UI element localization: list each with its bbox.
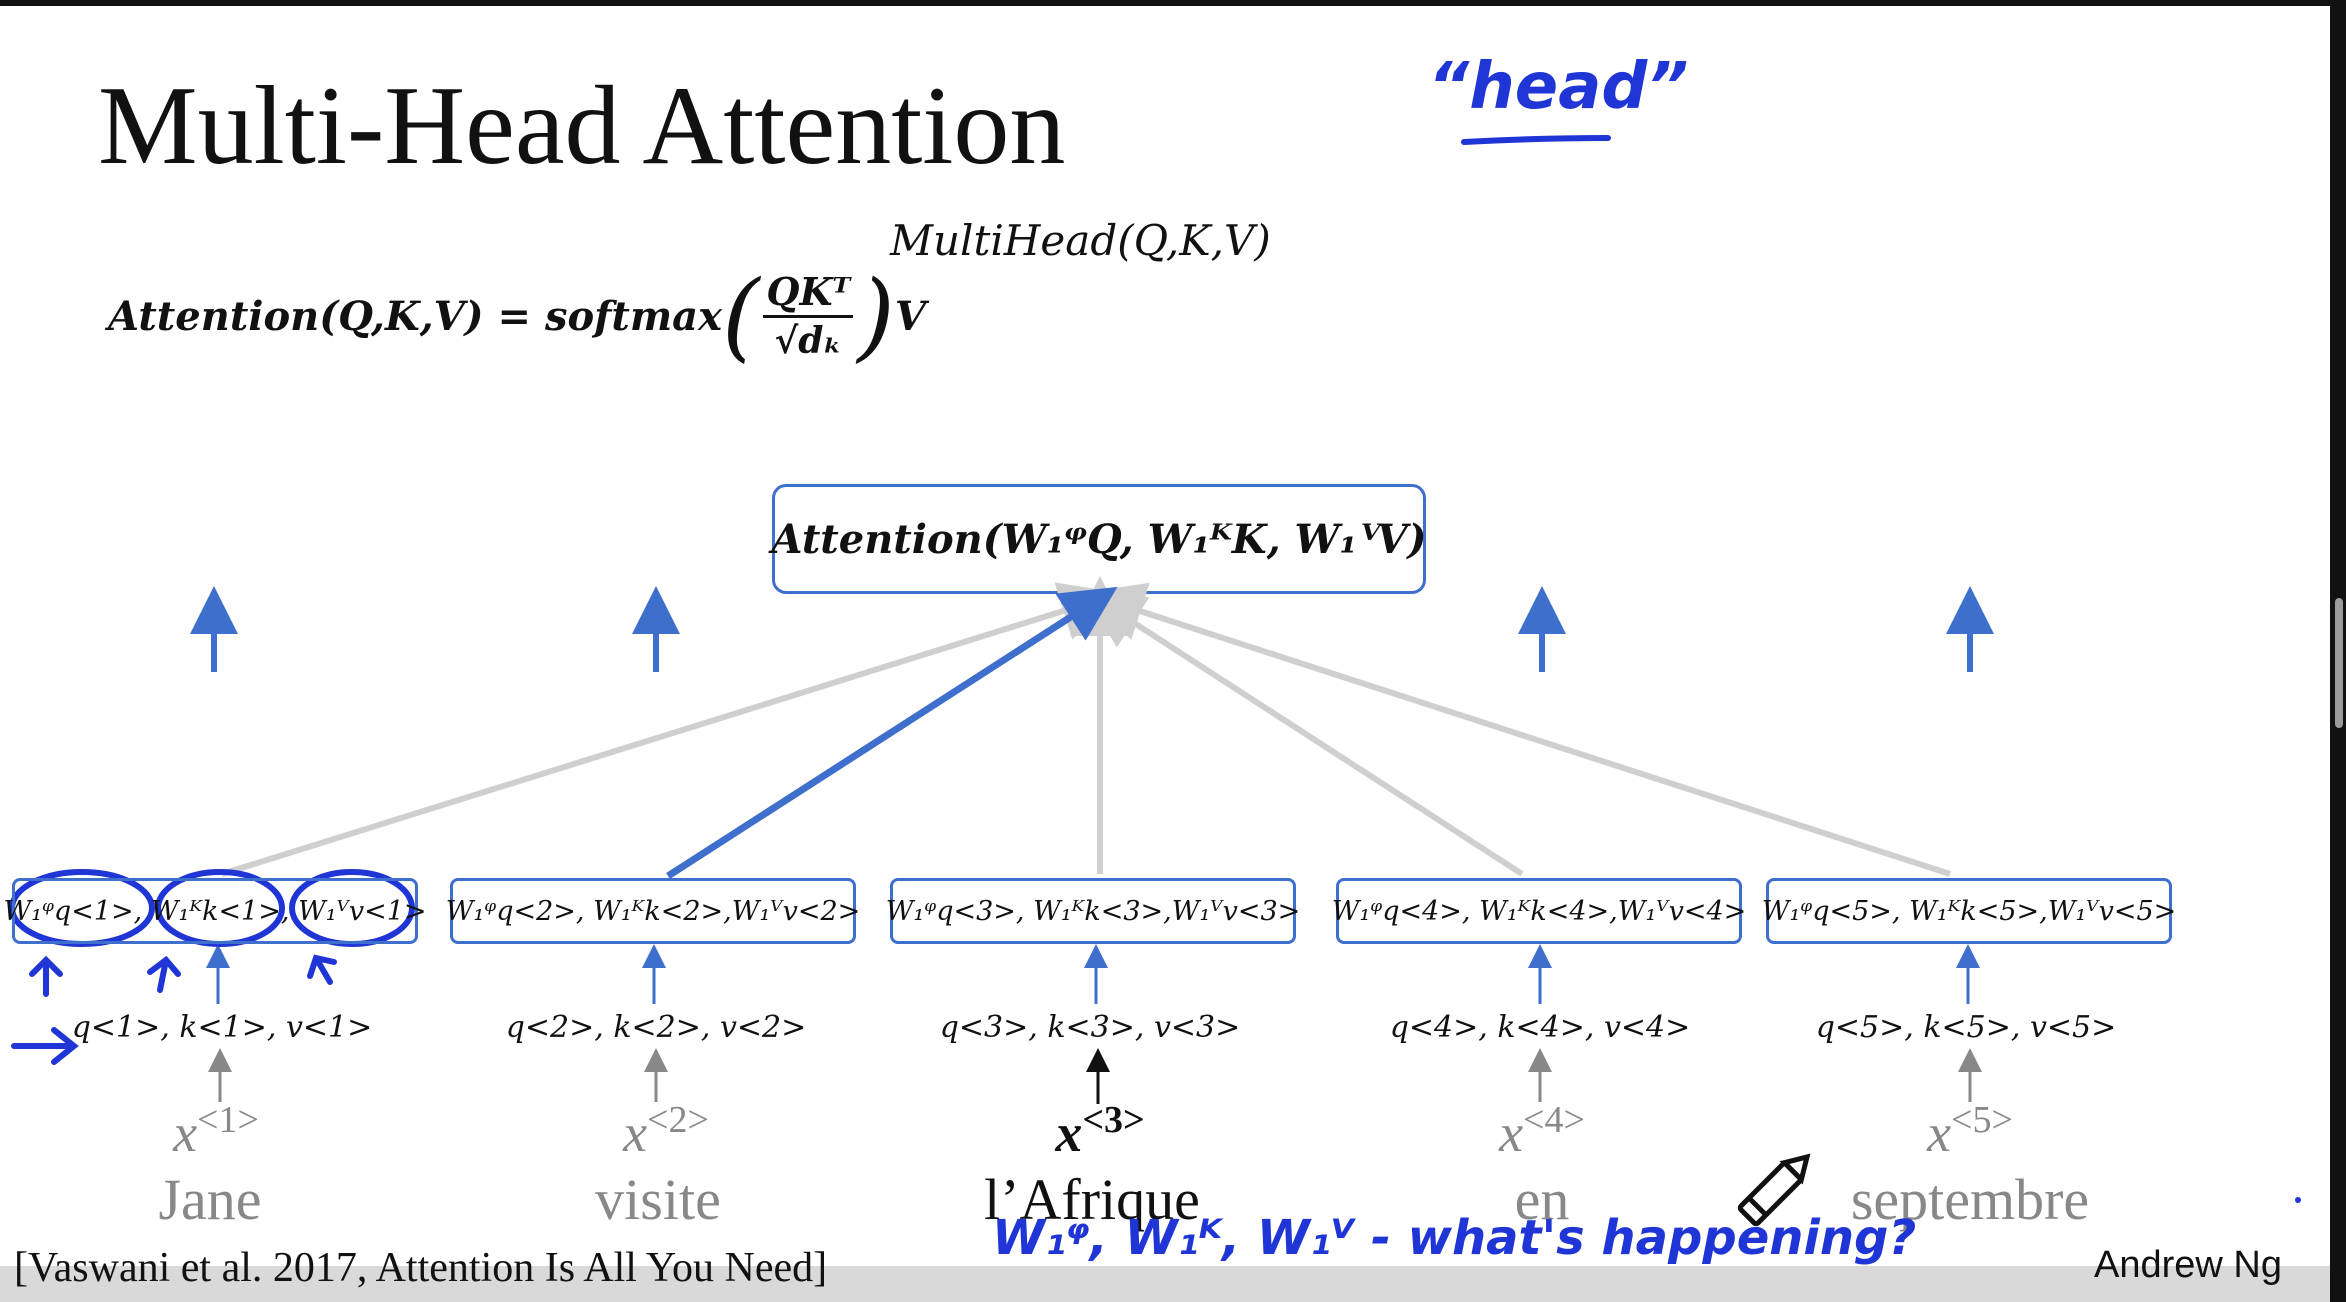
x-label-5: x<5>	[1927, 1099, 2013, 1163]
word-1: Jane	[158, 1167, 262, 1232]
scrollbar-thumb[interactable]	[2335, 598, 2343, 728]
ink-arrow-2	[147, 955, 181, 993]
x-label-4: x<4>	[1499, 1099, 1585, 1163]
qkv-label-1: q<1>, k<1>, v<1>	[71, 1010, 373, 1045]
weighted-box-3: W₁ᵠq<3>, W₁ᴷk<3>,W₁ⱽv<3>	[886, 878, 1300, 944]
handwritten-note: W₁ᵠ, W₁ᴷ, W₁ⱽ - what's happening?	[992, 1210, 1917, 1266]
x-label-2: x<2>	[623, 1099, 709, 1163]
weighted-box-5: W₁ᵠq<5>, W₁ᴷk<5>,W₁ⱽv<5>	[1762, 878, 2176, 944]
weighted-box-1: W₁ᵠq<1>, W₁ᴷk<1>, W₁ⱽv<1>	[3, 878, 427, 944]
citation: [Vaswani et al. 2017, Attention Is All Y…	[14, 1245, 828, 1291]
weighted-box-4: W₁ᵠq<4>, W₁ᴷk<4>,W₁ⱽv<4>	[1332, 878, 1746, 944]
ink-dot	[2295, 1197, 2301, 1203]
ink-arrow-1	[29, 955, 63, 997]
weighted-box-2: W₁ᵠq<2>, W₁ᴷk<2>,W₁ⱽv<2>	[446, 878, 860, 944]
handwritten-head: “head”	[1428, 50, 1689, 124]
ink-underline	[1461, 135, 1611, 145]
x-label-3: x<3>	[1055, 1099, 1145, 1163]
qkv-label-3: q<3>, k<3>, v<3>	[939, 1010, 1241, 1045]
fan-line-4	[1082, 589, 1524, 877]
author-name: Andrew Ng	[2094, 1244, 2282, 1286]
fan-line-2-highlight	[666, 586, 1118, 879]
qkv-label-5: q<5>, k<5>, v<5>	[1815, 1010, 2117, 1045]
x-label-1: x<1>	[173, 1099, 259, 1163]
ink-arrow-3	[307, 954, 337, 985]
fan-line-5	[1083, 582, 1951, 877]
word-2: visite	[595, 1167, 721, 1232]
qkv-label-2: q<2>, k<2>, v<2>	[505, 1010, 807, 1045]
qkv-label-4: q<4>, k<4>, v<4>	[1389, 1010, 1691, 1045]
